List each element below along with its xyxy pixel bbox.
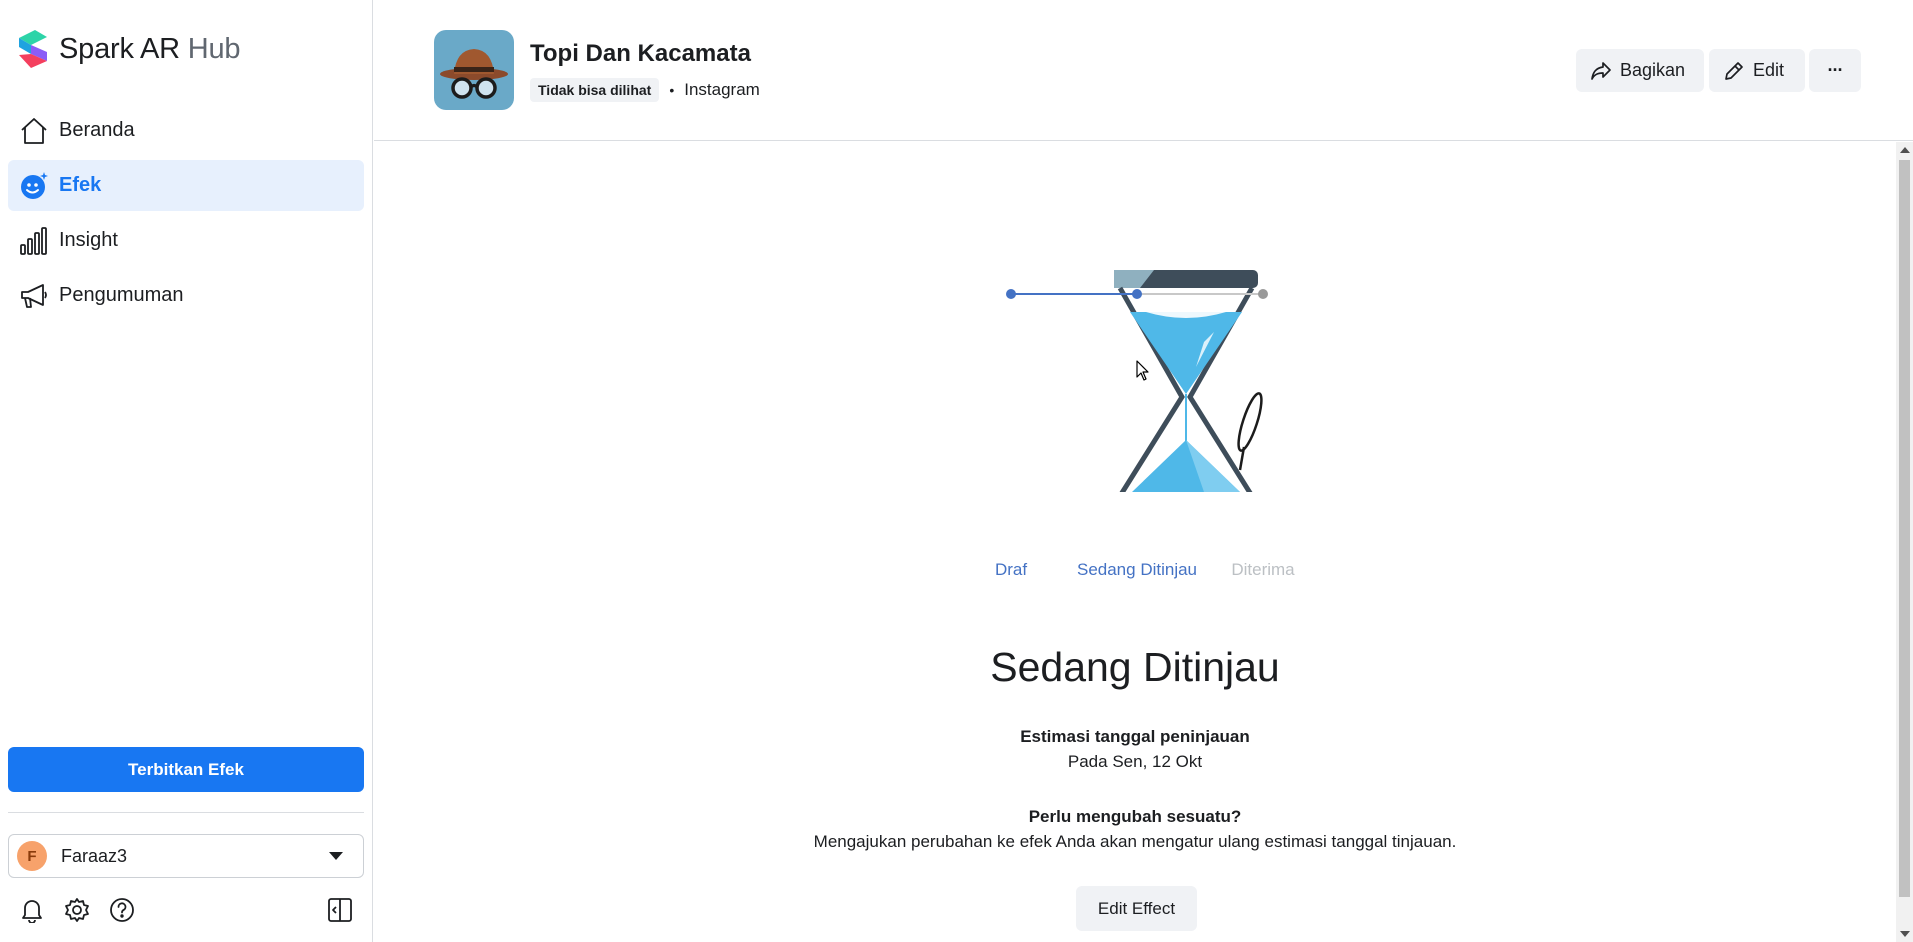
share-label: Bagikan (1620, 60, 1686, 80)
sidebar-item-label: Efek (59, 174, 102, 196)
estimate-value: Pada Sen, 12 Okt (1067, 752, 1203, 771)
scroll-down-icon[interactable] (1900, 931, 1910, 937)
change-label: Perlu mengubah sesuatu? (1028, 807, 1242, 826)
main-scrollbar[interactable] (1896, 142, 1913, 942)
effect-title: Topi Dan Kacamata (530, 40, 751, 67)
effect-thumbnail (434, 30, 514, 110)
hourglass-illustration (1114, 270, 1263, 492)
step-label-sedang-ditinjau: Sedang Ditinjau (1076, 560, 1198, 579)
edit-button[interactable]: Edit (1709, 49, 1805, 92)
avatar: F (17, 841, 47, 871)
effect-header: Topi Dan Kacamata Tidak bisa dilihat • I… (374, 0, 1913, 141)
visibility-badge: Tidak bisa dilihat (530, 78, 660, 102)
sidebar-bottom-icons (17, 895, 152, 925)
caret-down-icon (329, 852, 343, 860)
panel-toggle-icon[interactable] (326, 896, 354, 924)
hat-glasses-icon (440, 49, 508, 99)
step-line-done (1011, 293, 1137, 295)
pencil-icon (1723, 60, 1745, 82)
platform-label: Instagram (684, 80, 760, 99)
change-description: Mengajukan perubahan ke efek Anda akan m… (813, 832, 1457, 851)
sidebar-item-label: Pengumuman (59, 284, 184, 306)
status-title: Sedang Ditinjau (990, 644, 1280, 690)
sidebar-item-insight[interactable]: Insight (8, 215, 364, 266)
scroll-up-icon[interactable] (1900, 147, 1910, 153)
brand-name: Spark AR (59, 32, 180, 65)
estimate-label: Estimasi tanggal peninjauan (1020, 727, 1250, 746)
sidebar-item-label: Beranda (59, 119, 135, 141)
scroll-thumb[interactable] (1899, 160, 1910, 897)
sidebar-item-beranda[interactable]: Beranda (8, 105, 364, 156)
megaphone-icon (18, 280, 50, 312)
edit-label: Edit (1753, 60, 1785, 80)
share-button[interactable]: Bagikan (1576, 49, 1704, 92)
step-label-diterima: Diterima (1231, 560, 1295, 579)
step-dot-diterima (1258, 289, 1268, 299)
spark-ar-logo-icon (19, 30, 47, 68)
step-dot-sedang-ditinjau (1132, 289, 1142, 299)
effect-meta: Tidak bisa dilihat • Instagram (530, 78, 760, 102)
review-status-panel: Draf Sedang Ditinjau Diterima Sedang Dit… (374, 142, 1896, 942)
share-icon (1590, 60, 1612, 82)
edit-effect-button[interactable]: Edit Effect (1076, 886, 1197, 931)
home-icon (18, 115, 50, 147)
more-options-button[interactable]: ··· (1809, 49, 1861, 92)
step-dot-draf (1006, 289, 1016, 299)
publish-effect-button[interactable]: Terbitkan Efek (8, 747, 364, 792)
sidebar: Spark AR Hub Beranda Efek Insight Pengum… (0, 0, 373, 942)
brand-hub: Hub (187, 32, 241, 65)
brand[interactable]: Spark AR Hub (17, 28, 241, 70)
mouse-cursor-icon (1136, 360, 1149, 381)
account-name: Faraaz3 (61, 845, 128, 866)
bar-chart-icon (18, 225, 50, 257)
more-icon: ··· (1827, 60, 1844, 80)
sidebar-item-pengumuman[interactable]: Pengumuman (8, 270, 364, 321)
gear-icon[interactable] (62, 895, 92, 925)
account-switcher[interactable]: F Faraaz3 (8, 834, 364, 878)
sidebar-nav: Beranda Efek Insight Pengumuman (8, 105, 364, 325)
step-line-pending (1137, 293, 1263, 295)
help-icon[interactable] (107, 895, 137, 925)
effects-icon (18, 170, 50, 202)
sidebar-item-label: Insight (59, 229, 118, 251)
bell-icon[interactable] (17, 895, 47, 925)
step-label-draf: Draf (994, 560, 1028, 579)
sidebar-divider (8, 812, 364, 813)
sidebar-item-efek[interactable]: Efek (8, 160, 364, 211)
meta-separator: • (669, 82, 675, 98)
